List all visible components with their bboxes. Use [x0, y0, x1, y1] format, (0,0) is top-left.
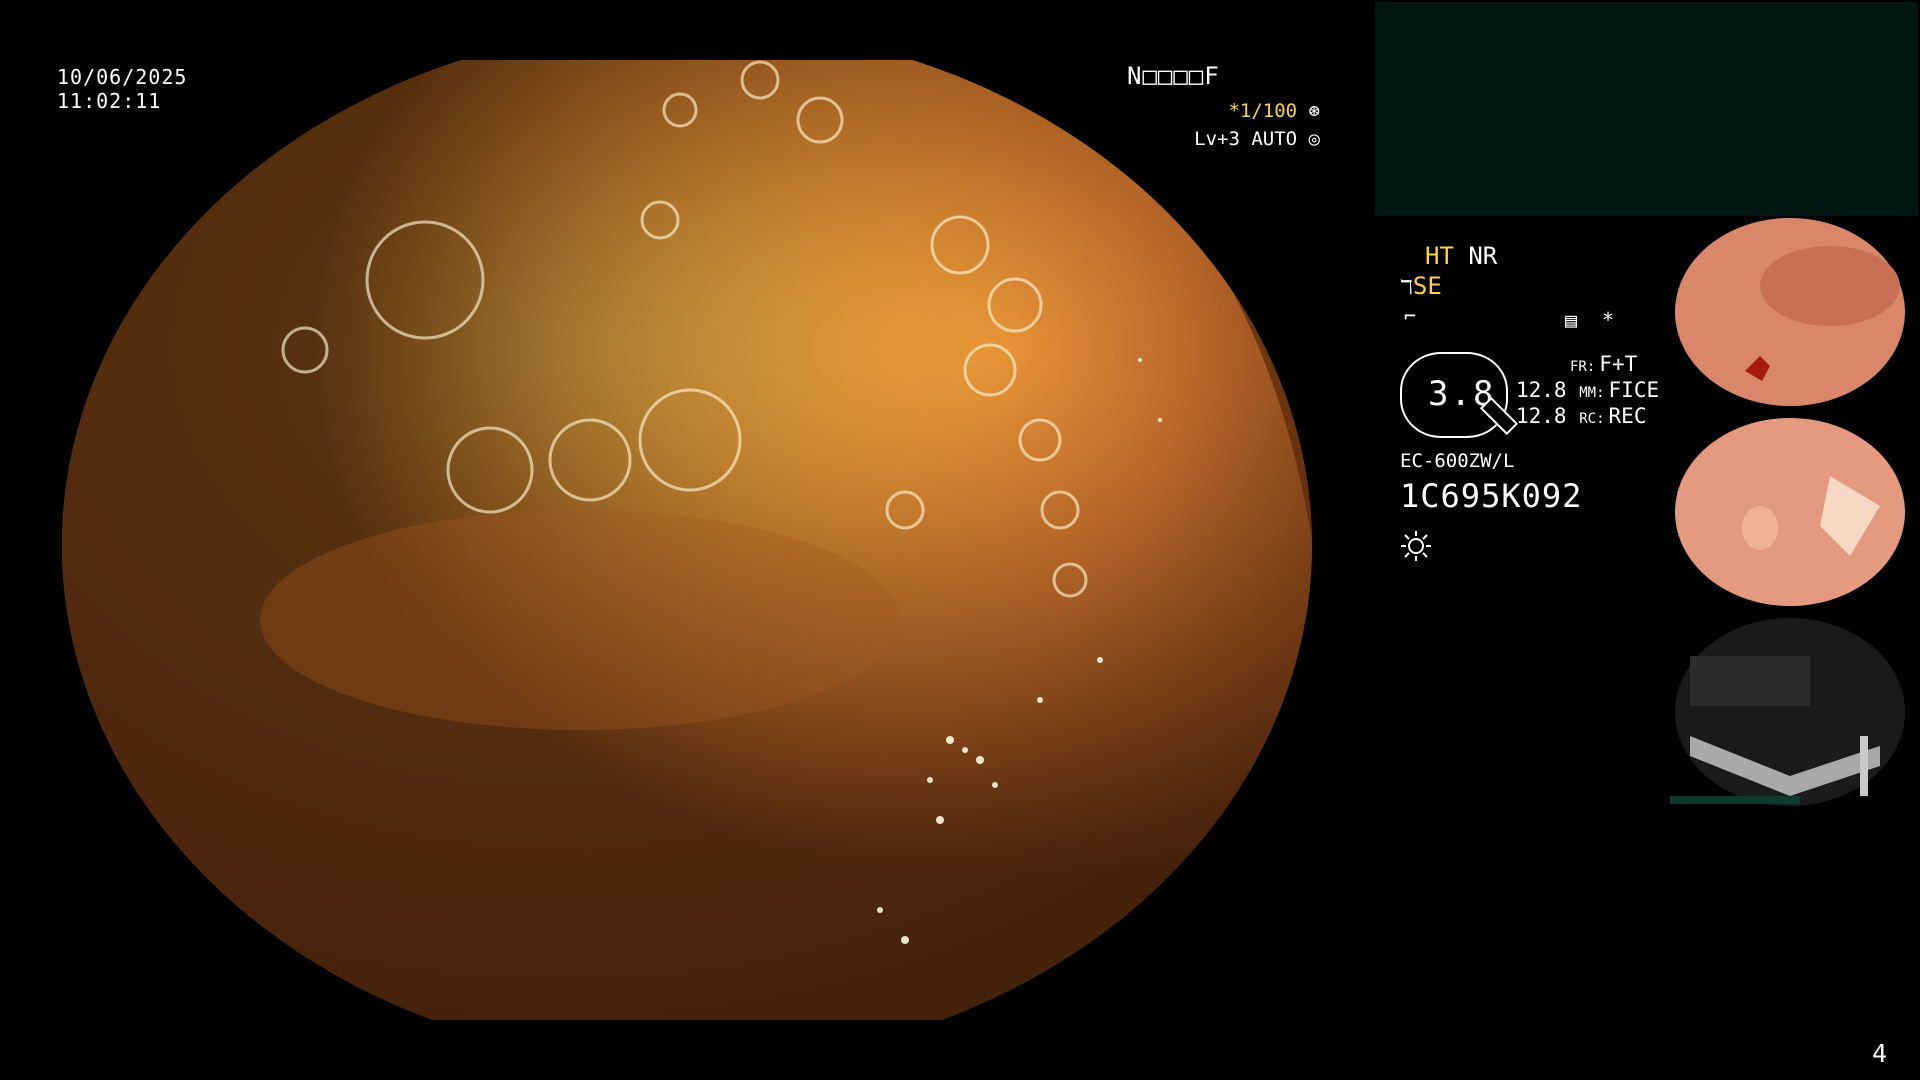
mm-row: 12.8 MM: FICE — [1516, 378, 1659, 402]
shutter-row: *1/100 ⊛ — [1228, 100, 1320, 122]
aperture-icon: ⊛ — [1308, 100, 1320, 122]
ht-nr-row: HT NR — [1425, 242, 1497, 270]
serial-number: 1C695K092 — [1400, 477, 1583, 515]
doc-icon: ▤ — [1565, 308, 1578, 332]
thumbnail-2[interactable] — [1670, 416, 1920, 608]
wave-icon: ℸ — [1400, 275, 1413, 299]
mm-key: MM: — [1579, 385, 1605, 401]
mm-number: 12.8 — [1516, 378, 1567, 402]
time-text: 11:02:11 — [57, 89, 162, 113]
zoom-badge: 3.8 — [1400, 352, 1519, 438]
sun-icon-svg — [1401, 531, 1431, 561]
thumbnail-2-image — [1670, 416, 1920, 608]
mm-value: FICE — [1608, 378, 1660, 402]
rc-key: RC: — [1579, 411, 1605, 427]
info-panel — [1375, 2, 1918, 216]
target-icon: ◎ — [1308, 128, 1320, 150]
fr-row: FR: F+T — [1570, 352, 1637, 376]
mode-code: N□□□□F — [1127, 62, 1220, 90]
thumbnail-3[interactable] — [1670, 616, 1920, 808]
date-text: 10/06/2025 — [57, 65, 188, 89]
datetime: 10/06/2025 11:02:11 — [57, 65, 187, 113]
thumbnail-3-image — [1670, 616, 1920, 808]
rc-number: 12.8 — [1516, 404, 1567, 428]
fr-key: FR: — [1570, 359, 1596, 375]
nr-label: NR — [1468, 242, 1498, 270]
fr-value: F+T — [1599, 352, 1638, 376]
endoscopic-image-svg — [62, 60, 1312, 1020]
endoscopic-image — [60, 60, 1315, 1020]
rc-value: REC — [1608, 404, 1647, 428]
shutter-text: *1/100 — [1228, 100, 1298, 122]
status-panel: HT NR ℸSE ⌐ ▤ * 3.8 FR: F+T 12.8 MM: FICE … — [1400, 240, 1670, 570]
ht-label: HT — [1425, 242, 1454, 270]
se-row: ℸSE — [1400, 272, 1442, 300]
level-text: Lv+3 AUTO — [1194, 128, 1298, 150]
hook-icon: ⌐ — [1404, 304, 1417, 328]
thumbnail-1[interactable] — [1670, 216, 1920, 408]
level-row: Lv+3 AUTO ◎ — [1194, 128, 1320, 150]
se-label: SE — [1412, 272, 1442, 300]
zoom-tool-icon — [1479, 396, 1519, 436]
thumbnail-1-image — [1670, 216, 1920, 408]
sun-icon — [1400, 530, 1432, 562]
scope-model: EC-600ZW/L — [1400, 450, 1515, 472]
page-number: 4 — [1871, 1039, 1887, 1068]
rc-row: 12.8 RC: REC — [1516, 404, 1646, 428]
asterisk-icon: * — [1602, 308, 1615, 332]
